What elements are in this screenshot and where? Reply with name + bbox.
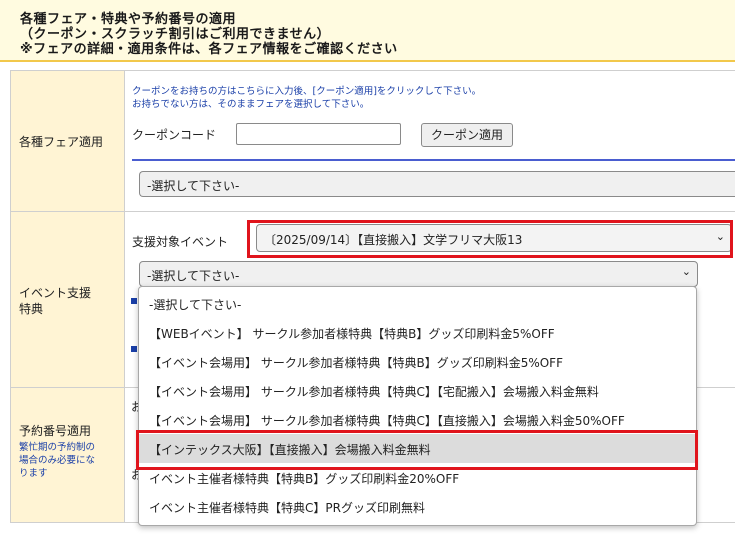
dropdown-option[interactable]: 【WEBイベント】 サークル参加者様特典【特典B】グッズ印刷料金5%OFF bbox=[139, 318, 696, 347]
event-benefit-select[interactable]: -選択して下さい- ⌄ bbox=[139, 261, 698, 287]
dropdown-option[interactable]: 【イベント会場用】 サークル参加者様特典【特典C】【宅配搬入】会場搬入料金無料 bbox=[139, 376, 696, 405]
reservation-note-3: ります bbox=[19, 468, 48, 479]
dropdown-option[interactable]: 【イベント会場用】 サークル参加者様特典【特典B】グッズ印刷料金5%OFF bbox=[139, 347, 696, 376]
coupon-instruction-1: クーポンをお持ちの方はこちらに入力後、[クーポン適用]をクリックして下さい。 bbox=[132, 86, 482, 97]
reservation-note-1: 繁忙期の予約制の bbox=[19, 442, 96, 453]
section-header: 各種フェア・特典や予約番号の適用 （クーポン・スクラッチ割引はご利用できません）… bbox=[0, 0, 735, 62]
dropdown-option-label: 【イベント会場用】 サークル参加者様特典【特典C】【宅配搬入】会場搬入料金無料 bbox=[149, 385, 599, 399]
dropdown-option-label: 【イベント会場用】 サークル参加者様特典【特典B】グッズ印刷料金5%OFF bbox=[149, 356, 563, 370]
coupon-code-label: クーポンコード bbox=[132, 128, 217, 142]
event-benefit-value: -選択して下さい- bbox=[147, 269, 240, 283]
dropdown-option-label: イベント主催者様特典【特典B】グッズ印刷料金20%OFF bbox=[149, 472, 460, 486]
dropdown-option[interactable]: -選択して下さい- bbox=[139, 289, 696, 318]
divider bbox=[132, 159, 735, 161]
fair-select-value: -選択して下さい- bbox=[147, 179, 240, 193]
dropdown-option-label: 【イベント会場用】 サークル参加者様特典【特典C】【直接搬入】会場搬入料金50%… bbox=[149, 414, 625, 428]
event-benefit-dropdown: -選択して下さい- 【WEBイベント】 サークル参加者様特典【特典B】グッズ印刷… bbox=[138, 286, 697, 526]
bullet-icon bbox=[131, 298, 137, 304]
coupon-instruction-2: お持ちでない方は、そのままフェアを選択して下さい。 bbox=[132, 99, 370, 110]
dropdown-option-label: 【WEBイベント】 サークル参加者様特典【特典B】グッズ印刷料金5%OFF bbox=[149, 327, 555, 341]
coupon-code-input[interactable] bbox=[236, 123, 401, 145]
highlight-box bbox=[247, 220, 733, 258]
fair-row-content: クーポンをお持ちの方はこちらに入力後、[クーポン適用]をクリックして下さい。 お… bbox=[125, 71, 735, 212]
apply-coupon-button[interactable]: クーポン適用 bbox=[421, 123, 513, 147]
fair-label-text: 各種フェア適用 bbox=[19, 135, 104, 149]
section-note-2: ※フェアの詳細・適用条件は、各フェア情報をご確認ください bbox=[20, 42, 398, 57]
event-row-label: イベント支援 特典 bbox=[11, 212, 125, 388]
chevron-down-icon: ⌄ bbox=[681, 265, 691, 278]
dropdown-option-label: イベント主催者様特典【特典C】PRグッズ印刷無料 bbox=[149, 501, 425, 515]
reservation-label-text: 予約番号適用 bbox=[19, 424, 92, 438]
reservation-row-label: 予約番号適用 繁忙期の予約制の 場合のみ必要にな ります bbox=[11, 388, 125, 523]
dropdown-option[interactable]: イベント主催者様特典【特典C】PRグッズ印刷無料 bbox=[139, 492, 696, 521]
target-event-label: 支援対象イベント bbox=[132, 235, 229, 249]
bullet-icon bbox=[131, 346, 137, 352]
fair-select[interactable]: -選択して下さい- bbox=[139, 171, 735, 197]
event-label-line-2: 特典 bbox=[19, 302, 44, 316]
reservation-note-2: 場合のみ必要にな bbox=[19, 455, 96, 466]
fair-row-label: 各種フェア適用 bbox=[11, 71, 125, 212]
dropdown-option-label: -選択して下さい- bbox=[149, 298, 242, 312]
highlight-box bbox=[136, 430, 698, 470]
event-label-line-1: イベント支援 bbox=[19, 286, 92, 300]
